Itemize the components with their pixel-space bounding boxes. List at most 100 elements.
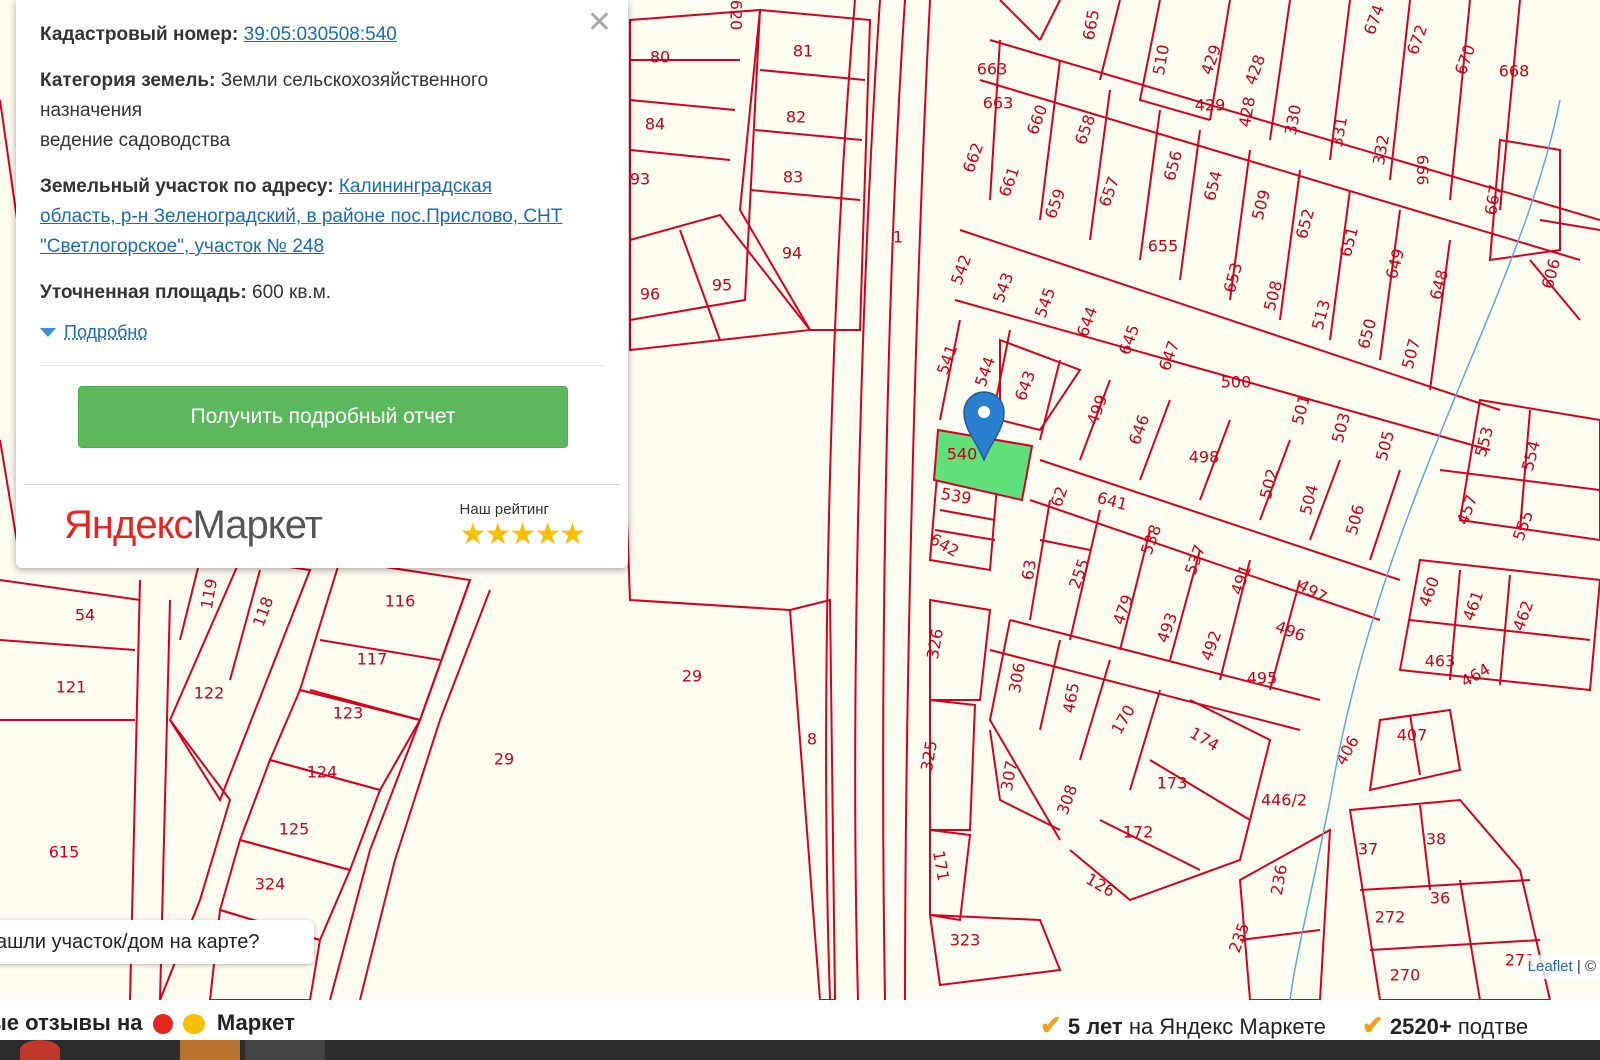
plot-label: 38	[1426, 830, 1446, 849]
plot-label: 643	[1011, 368, 1039, 403]
plot-label: 554	[1518, 439, 1544, 473]
plot-label: 505	[1372, 429, 1398, 463]
reviews-banner: ые отзывы на Маркет ✔ 5 лет на Яндекс Ма…	[0, 1000, 1600, 1040]
plot-label: 462	[1509, 598, 1537, 633]
plot-label: 173	[1157, 774, 1188, 793]
plot-label: 171	[929, 849, 953, 882]
plot-label: 255	[1065, 556, 1093, 591]
plot-label: 537	[1181, 542, 1209, 577]
market-rating[interactable]: Наш рейтинг ★★★★★	[459, 501, 586, 552]
address-row: Земельный участок по адресу: Калининград…	[40, 172, 570, 262]
attribution-sep: | ©	[1576, 958, 1596, 975]
plot-label: 126	[1083, 869, 1119, 901]
plot-label: 644	[1073, 304, 1101, 339]
plot-label: 8	[807, 730, 817, 749]
count-text: подтве	[1457, 1014, 1529, 1039]
plot-label: 308	[1053, 782, 1081, 817]
close-icon[interactable]: ✕	[587, 8, 612, 38]
plot-label: 655	[1148, 237, 1179, 256]
plot-info-popup: ✕ Кадастровый номер: 39:05:030508:540 Ка…	[16, 0, 628, 568]
plot-label: 118	[249, 594, 277, 629]
taskbar-app-icon[interactable]	[20, 1040, 60, 1060]
plot-label: 116	[385, 592, 416, 611]
plot-label: 123	[333, 704, 364, 723]
plot-label: 507	[1398, 337, 1424, 371]
map-attribution: Leaflet | ©	[1523, 955, 1600, 979]
plot-label: 539	[939, 484, 972, 508]
get-report-button[interactable]: Получить подробный отчет	[78, 386, 568, 448]
years-text: на Яндекс Маркете	[1128, 1014, 1326, 1039]
plot-label: 670	[1451, 42, 1479, 77]
plot-label: 502	[1256, 467, 1282, 501]
reviews-right: ✔ 5 лет на Яндекс Маркете ✔ 2520+ подтве	[1040, 1010, 1528, 1040]
plot-label: 662	[959, 140, 987, 175]
leaflet-link[interactable]: Leaflet	[1528, 958, 1573, 975]
plot-label: 492	[1197, 628, 1225, 663]
area-label: Уточненная площадь:	[40, 282, 247, 303]
plot-label: 331	[1327, 115, 1351, 148]
cadastral-row: Кадастровый номер: 39:05:030508:540	[40, 20, 604, 50]
plot-label: 429	[1195, 96, 1226, 115]
plot-label: 509	[1248, 188, 1274, 222]
plot-label: 660	[1023, 102, 1051, 137]
reviews-left: ые отзывы на Маркет	[0, 1010, 295, 1036]
plot-label: 493	[1153, 610, 1181, 645]
plot-label: 541	[933, 342, 961, 377]
plot-label: 649	[1382, 247, 1408, 281]
plot-label: 650	[1354, 317, 1380, 351]
plot-label: 324	[255, 875, 286, 894]
more-details-label[interactable]: Подробно	[64, 322, 147, 343]
plot-label: 646	[1125, 412, 1153, 447]
taskbar-app-icon[interactable]	[180, 1040, 240, 1060]
plot-label: 29	[494, 750, 514, 769]
plot-label: 620	[727, 0, 746, 30]
count-value: 2520+	[1389, 1014, 1452, 1039]
plot-label: 543	[989, 270, 1017, 305]
plot-label: 615	[49, 843, 80, 862]
market-footer: ЯндексМаркет Наш рейтинг ★★★★★	[40, 485, 604, 575]
plot-label: 96	[640, 285, 660, 304]
plot-label: 506	[1342, 503, 1368, 537]
plot-label: 606	[1538, 257, 1564, 291]
plot-label: 461	[1459, 588, 1487, 623]
plot-label: 652	[1292, 207, 1318, 241]
plot-label: 29	[682, 667, 702, 686]
plot-label: 540	[947, 445, 978, 464]
plot-label: 93	[630, 170, 650, 189]
plot-label: 306	[1005, 661, 1029, 694]
plot-label: 498	[1189, 448, 1220, 467]
yandex-badge-icon	[152, 1014, 173, 1035]
taskbar-app-icon[interactable]	[245, 1040, 325, 1060]
years-value: 5 лет	[1067, 1014, 1123, 1039]
plot-label: 174	[1187, 723, 1223, 755]
cadastral-label: Кадастровый номер:	[40, 24, 239, 45]
plot-label: 501	[1288, 393, 1314, 427]
market-badge-icon	[182, 1014, 205, 1035]
cadastral-number-link[interactable]: 39:05:030508:540	[244, 24, 397, 45]
plot-label: 465	[1059, 681, 1083, 714]
water-lines	[1289, 99, 1561, 1000]
plot-label: 125	[279, 820, 310, 839]
plot-label: 95	[712, 276, 732, 295]
more-details-link[interactable]: Подробно	[40, 322, 604, 343]
found-plot-tooltip[interactable]: ашли участок/дом на карте?	[0, 920, 314, 964]
plot-label: 272	[1375, 908, 1406, 927]
plot-label: 513	[1308, 298, 1334, 332]
plot-label: 119	[197, 577, 221, 610]
rating-stars-icon: ★★★★★	[459, 518, 586, 551]
plot-label: 661	[995, 164, 1023, 199]
plot-label: 663	[983, 94, 1014, 113]
plot-label: 510	[1149, 43, 1173, 76]
plot-label: 80	[650, 48, 670, 67]
plot-label: 54	[75, 606, 95, 625]
plot-label: 668	[1499, 62, 1530, 81]
logo-market-text: Маркет	[192, 503, 323, 547]
triangle-down-icon	[40, 328, 56, 337]
plot-label: 500	[1221, 373, 1252, 392]
plot-label: 496	[1273, 617, 1308, 645]
plot-label: 999	[1414, 155, 1433, 186]
plot-label: 121	[56, 678, 87, 697]
plot-label: 647	[1155, 338, 1183, 373]
plot-label: 464	[1458, 659, 1494, 691]
yandex-market-logo[interactable]: ЯндексМаркет	[64, 503, 323, 548]
